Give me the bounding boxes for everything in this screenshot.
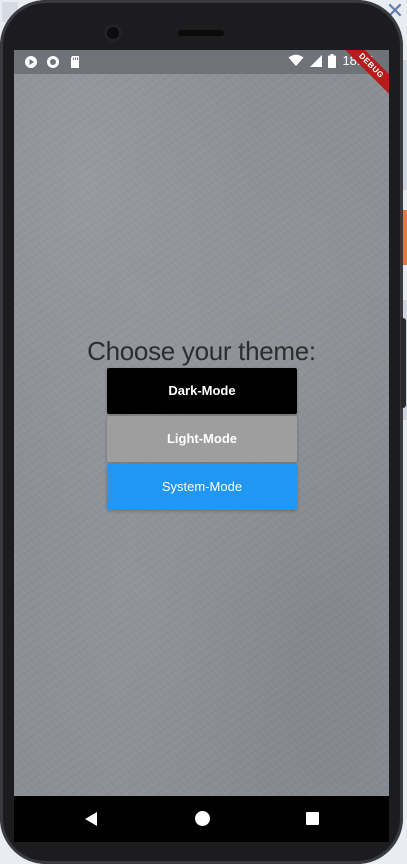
play-circle-icon (25, 56, 37, 68)
battery-icon (328, 53, 337, 68)
power-button[interactable] (401, 318, 406, 408)
dark-mode-button[interactable]: Dark-Mode (107, 368, 297, 414)
earpiece-speaker (178, 30, 224, 36)
home-icon[interactable] (195, 811, 210, 826)
front-camera (104, 24, 122, 42)
status-bar: 18:41 DEBUG (14, 50, 389, 100)
cell-signal-icon (310, 54, 323, 67)
recent-apps-icon[interactable] (306, 812, 319, 825)
sd-card-icon (71, 56, 79, 68)
wifi-icon (288, 54, 304, 66)
app-screen: 18:41 DEBUG Choose your theme: Dark-Mode… (14, 50, 389, 796)
navigation-bar (14, 796, 389, 842)
system-mode-button[interactable]: System-Mode (107, 464, 297, 510)
page-title: Choose your theme: (87, 336, 316, 366)
phone-frame: 18:41 DEBUG Choose your theme: Dark-Mode… (0, 0, 403, 864)
record-circle-icon (47, 56, 59, 68)
back-icon[interactable] (85, 812, 97, 826)
light-mode-button[interactable]: Light-Mode (107, 416, 297, 462)
